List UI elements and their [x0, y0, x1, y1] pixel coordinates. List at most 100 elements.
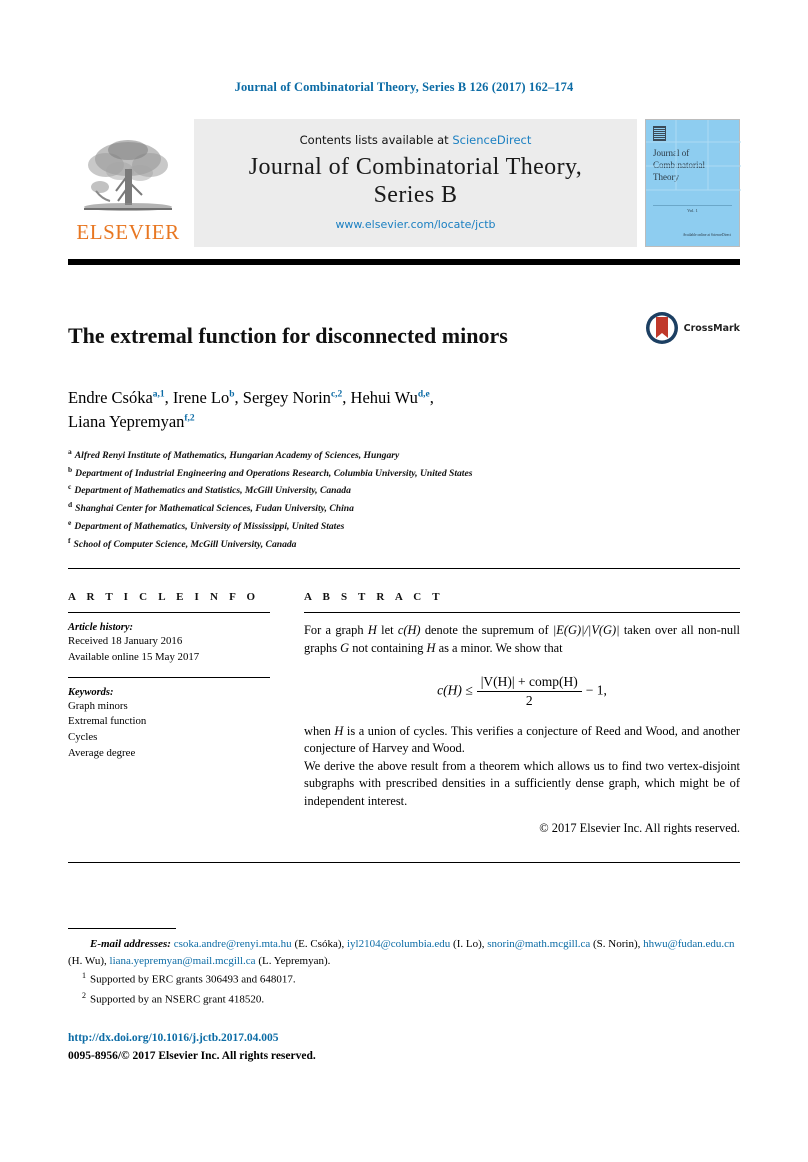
email-owner: (S. Norin),	[593, 938, 641, 950]
footnote-text: Supported by ERC grants 306493 and 64801…	[90, 973, 296, 986]
footnote-item: 2 Supported by an NSERC grant 418520.	[68, 990, 740, 1009]
author-entry: Sergey Norinc,2,	[242, 387, 351, 407]
affiliation-item: f School of Computer Science, McGill Univ…	[68, 535, 740, 553]
crossmark-badge[interactable]: CrossMark	[645, 311, 740, 345]
footnote-marker: 1	[82, 971, 86, 980]
info-abstract-section: A R T I C L E I N F O Article history: R…	[68, 591, 740, 835]
keyword-item: Graph minors	[68, 699, 128, 712]
email-addresses-note: E-mail addresses: csoka.andre@renyi.mta.…	[68, 936, 740, 969]
crossmark-label: CrossMark	[683, 322, 740, 334]
email-link[interactable]: iyl2104@columbia.edu	[347, 938, 450, 950]
sciencedirect-link[interactable]: ScienceDirect	[452, 133, 531, 147]
cover-footer-text: Available online at ScienceDirect	[682, 233, 731, 238]
crossmark-icon	[645, 312, 678, 344]
author-affiliation-marks: c,2	[330, 389, 343, 400]
article-info-column: A R T I C L E I N F O Article history: R…	[68, 591, 294, 835]
journal-title-line1: Journal of Combinatorial Theory,	[248, 153, 583, 180]
abstract-heading: A B S T R A C T	[304, 591, 444, 604]
email-owner: (I. Lo),	[453, 938, 485, 950]
keyword-item: Cycles	[68, 730, 98, 743]
cover-divider	[653, 205, 732, 207]
abstract-paragraph-1: For a graph H let c(H) denote the suprem…	[304, 622, 740, 657]
author-affiliation-marks: a,1	[152, 389, 165, 400]
affiliation-item: d Shanghai Center for Mathematical Scienc…	[68, 499, 740, 517]
abstract-copyright: © 2017 Elsevier Inc. All rights reserved…	[539, 820, 740, 835]
cover-volume-label: Vol. 1	[687, 208, 698, 214]
email-link[interactable]: csoka.andre@renyi.mta.hu	[174, 938, 292, 950]
abstract-column: A B S T R A C T For a graph H let c(H) d…	[294, 591, 740, 835]
issn-copyright-line: 0095-8956/© 2017 Elsevier Inc. All right…	[68, 1049, 316, 1062]
running-head: Journal of Combinatorial Theory, Series …	[234, 80, 574, 94]
elsevier-wordmark: ELSEVIER	[76, 220, 180, 244]
footnote-area: E-mail addresses: csoka.andre@renyi.mta.…	[68, 928, 740, 1065]
affiliation-item: b Department of Industrial Engineering an…	[68, 464, 740, 482]
contents-prefix: Contents lists available at	[299, 132, 453, 147]
author-name: Irene Lo	[172, 387, 230, 407]
keyword-item: Extremal function	[68, 715, 147, 728]
author-name: Sergey Norin	[242, 387, 331, 407]
email-link[interactable]: hhwu@fudan.edu.cn	[643, 938, 734, 950]
journal-title-line2: Series B	[373, 182, 458, 208]
elsevier-logo: ELSEVIER	[68, 119, 188, 247]
journal-header-band: ELSEVIER Contents lists available at Sci…	[68, 119, 741, 247]
author-name: Liana Yepremyan	[68, 411, 185, 431]
formula-fraction: |V(H)| + comp(H) 2	[476, 674, 582, 709]
affiliation-item: c Department of Mathematics and Statistic…	[68, 481, 740, 499]
email-owner: (L. Yepremyan).	[258, 954, 331, 967]
author-affiliation-marks: f,2	[184, 413, 195, 424]
abstract-math-g: G	[340, 641, 350, 656]
author-affiliation-marks: b	[229, 389, 235, 400]
header-bottom-rule	[68, 259, 740, 265]
affiliation-text: Department of Mathematics and Statistics…	[74, 485, 351, 497]
affiliation-marker: a	[68, 446, 72, 456]
email-link[interactable]: snorin@math.mcgill.ca	[487, 938, 590, 950]
author-entry: Endre Csókaa,1,	[68, 387, 173, 407]
article-info-heading: A R T I C L E I N F O	[68, 591, 260, 604]
email-link[interactable]: liana.yepremyan@mail.mcgill.ca	[110, 955, 256, 967]
author-entry: Irene Lob,	[172, 387, 243, 407]
abstract-heading-rule	[304, 612, 740, 614]
affiliation-text: Alfred Renyi Institute of Mathematics, H…	[74, 450, 400, 461]
article-available-date: Available online 15 May 2017	[68, 651, 200, 664]
abstract-text-part: For a graph	[304, 623, 368, 638]
abstract-text-part: not containing	[349, 641, 427, 656]
elsevier-tree-icon	[84, 140, 172, 211]
article-info-divider	[68, 676, 270, 678]
author-name: Endre Csóka	[68, 387, 153, 407]
abstract-bottom-rule	[68, 861, 740, 863]
abstract-text-part: denote the supremum of	[420, 623, 553, 638]
abstract-display-formula: c(H) ≤ |V(H)| + comp(H) 2− 1,	[304, 674, 740, 709]
journal-title: Journal of Combinatorial Theory, Series …	[249, 153, 582, 210]
abstract-text-part: let	[376, 623, 398, 638]
cover-publisher-mark-icon	[653, 126, 666, 141]
affiliation-bottom-rule	[68, 568, 740, 570]
abstract-math-ch: c(H)	[397, 623, 421, 638]
contents-available-line: Contents lists available at ScienceDirec…	[300, 133, 532, 147]
article-info-heading-rule	[68, 612, 270, 614]
journal-cover-thumbnail[interactable]: Journal of Combinatorial Theory Vol. 1 A…	[645, 119, 741, 247]
article-history-label: Article history:	[68, 622, 134, 634]
author-affiliation-marks: d,e	[417, 389, 430, 400]
formula-numerator: |V(H)| + comp(H)	[476, 674, 582, 692]
abstract-paragraph-3: We derive the above result from a theore…	[304, 758, 740, 809]
doi-link[interactable]: http://dx.doi.org/10.1016/j.jctb.2017.04…	[68, 1030, 740, 1047]
affiliation-list: a Alfred Renyi Institute of Mathematics, …	[68, 446, 740, 553]
footnote-marker: 2	[82, 990, 86, 1000]
footnote-item: 1 Supported by ERC grants 306493 and 6480…	[68, 970, 740, 989]
formula-lhs: c(H) ≤	[437, 682, 473, 698]
title-row: The extremal function for disconnected m…	[68, 307, 740, 364]
affiliation-text: Department of Mathematics, University of…	[74, 521, 345, 533]
formula-rhs: − 1,	[585, 682, 607, 698]
keywords-label: Keywords:	[68, 686, 114, 698]
abstract-math-ratio: |E(G)|/|V(G)|	[552, 623, 620, 638]
author-list: Endre Csókaa,1, Irene Lob, Sergey Norinc…	[68, 386, 740, 434]
email-owner: (E. Csóka),	[294, 938, 345, 950]
abstract-text-part: is a union of cycles. This verifies a co…	[304, 723, 741, 756]
journal-homepage-link[interactable]: www.elsevier.com/locate/jctb	[335, 218, 495, 231]
author-entry: Hehui Wud,e,	[350, 387, 434, 407]
footnote-text: Supported by an NSERC grant 418520.	[90, 993, 265, 1006]
affiliation-text: Shanghai Center for Mathematical Science…	[75, 503, 354, 515]
abstract-text-part: when	[304, 723, 335, 738]
formula-denominator: 2	[525, 692, 533, 708]
doi-block: http://dx.doi.org/10.1016/j.jctb.2017.04…	[68, 1030, 740, 1065]
